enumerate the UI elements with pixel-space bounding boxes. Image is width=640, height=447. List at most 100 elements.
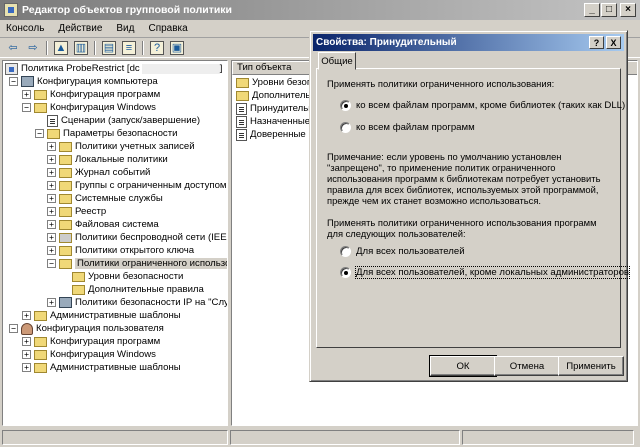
tree-item-user-config[interactable]: − Конфигурация пользователя: [9, 322, 164, 335]
tree-item-scripts[interactable]: Сценарии (запуск/завершение): [47, 114, 200, 127]
expand-toggle[interactable]: +: [47, 233, 56, 242]
radio-empty-icon: [340, 246, 351, 257]
radio-all-users[interactable]: Для всех пользователей: [340, 246, 465, 257]
tree-item-ip-security[interactable]: + Политики безопасности IP на "Слу: [47, 296, 227, 309]
tree-item-software-settings[interactable]: + Конфигурация программ: [22, 88, 160, 101]
tree-item-additional-rules[interactable]: Дополнительные правила: [72, 283, 204, 296]
expand-toggle[interactable]: +: [47, 220, 56, 229]
ok-button[interactable]: ОК: [429, 355, 497, 377]
redacted-domain: [141, 63, 220, 74]
expand-toggle[interactable]: +: [22, 337, 31, 346]
radio-all-except-admins[interactable]: Для всех пользователей, кроме локальных …: [340, 266, 630, 279]
collapse-toggle[interactable]: −: [9, 324, 18, 333]
window-title: Редактор объектов групповой политики: [22, 4, 233, 16]
dialog-help-button[interactable]: ?: [589, 36, 604, 49]
apply-button[interactable]: Применить: [558, 356, 624, 376]
note-text: Примечание: если уровень по умолчанию ус…: [327, 151, 601, 206]
tree-item-account-policies[interactable]: + Политики учетных записей: [47, 140, 195, 153]
dialog-close-button[interactable]: X: [606, 36, 621, 49]
radio-all-files[interactable]: ко всем файлам программ: [340, 122, 475, 133]
folder-icon: [59, 167, 72, 178]
expand-toggle[interactable]: +: [22, 311, 31, 320]
minimize-button[interactable]: _: [584, 3, 600, 17]
up-folder-icon[interactable]: ▲: [54, 40, 68, 55]
collapse-toggle[interactable]: −: [35, 129, 44, 138]
tree-item-wireless-policies[interactable]: + Политики беспроводной сети (IEEE: [47, 231, 227, 244]
section-apply-users-label: Применять политики ограниченного использ…: [327, 217, 597, 239]
expand-toggle[interactable]: +: [47, 207, 56, 216]
collapse-toggle[interactable]: −: [9, 77, 18, 86]
antenna-icon: [59, 232, 72, 243]
tree-item-computer-config[interactable]: − Конфигурация компьютера: [9, 75, 158, 88]
collapse-toggle[interactable]: −: [22, 103, 31, 112]
tree-item-event-log[interactable]: + Журнал событий: [47, 166, 150, 179]
tree-item-file-system[interactable]: + Файловая система: [47, 218, 159, 231]
setting-icon: [236, 102, 247, 115]
tree-item-security-settings[interactable]: − Параметры безопасности: [35, 127, 177, 140]
toolbar-separator: [46, 40, 48, 55]
computer-icon: [21, 76, 34, 87]
folder-icon: [59, 258, 72, 269]
tree-item-local-policies[interactable]: + Локальные политики: [47, 153, 168, 166]
tree-item-admin-templates[interactable]: + Административные шаблоны: [22, 309, 181, 322]
tab-general[interactable]: Общие: [318, 52, 356, 70]
tree-item-windows-settings[interactable]: − Конфигурация Windows: [22, 101, 156, 114]
expand-toggle[interactable]: +: [22, 363, 31, 372]
folder-icon: [34, 89, 47, 100]
list-item[interactable]: Доверенные из: [236, 128, 318, 141]
dialog-title: Свойства: Принудительный: [316, 37, 457, 48]
list-item[interactable]: Назначенные т: [236, 115, 317, 128]
menu-action[interactable]: Действие: [58, 23, 102, 34]
expand-toggle[interactable]: +: [47, 155, 56, 164]
radio-empty-icon: [340, 122, 351, 133]
tree-item-registry[interactable]: + Реестр: [47, 205, 106, 218]
properties-icon[interactable]: ▤: [102, 40, 116, 55]
expand-toggle[interactable]: +: [47, 194, 56, 203]
menu-console[interactable]: Консоль: [6, 23, 44, 34]
tree-item-user-software-settings[interactable]: + Конфигурация программ: [22, 335, 160, 348]
list-item[interactable]: Уровни безопа: [236, 76, 317, 89]
tree-item-security-levels[interactable]: Уровни безопасности: [72, 270, 183, 283]
console-tree: Политика ProbeRestrict [dc] − Конфигураци…: [2, 60, 228, 426]
column-object-type[interactable]: Тип объекта: [232, 61, 310, 75]
expand-toggle[interactable]: +: [47, 142, 56, 151]
setting-icon: [236, 128, 247, 141]
maximize-button[interactable]: □: [601, 3, 617, 17]
list-item[interactable]: Принудительн: [236, 102, 314, 115]
expand-toggle[interactable]: +: [47, 168, 56, 177]
collapse-toggle[interactable]: −: [47, 259, 56, 268]
close-button[interactable]: ×: [620, 3, 636, 17]
tree-item-software-restriction[interactable]: − Политики ограниченного использов: [47, 257, 227, 270]
tree-item-user-windows-settings[interactable]: + Конфигурация Windows: [22, 348, 156, 361]
back-arrow-icon[interactable]: ⇦: [6, 41, 20, 55]
setting-icon: [236, 115, 247, 128]
tree-item-public-key-policies[interactable]: + Политики открытого ключа: [47, 244, 194, 257]
cancel-button[interactable]: Отмена: [494, 356, 560, 376]
tree-item-restricted-groups[interactable]: + Группы с ограниченным доступом: [47, 179, 227, 192]
title-bar: Редактор объектов групповой политики _ □…: [0, 0, 640, 20]
expand-toggle[interactable]: +: [47, 246, 56, 255]
forward-arrow-icon[interactable]: ⇨: [26, 41, 40, 55]
list-item[interactable]: Дополнительн: [236, 89, 316, 102]
console-window-icon[interactable]: ▣: [170, 40, 184, 55]
tree-root[interactable]: Политика ProbeRestrict [dc]: [5, 62, 222, 75]
expand-toggle[interactable]: +: [22, 90, 31, 99]
expand-toggle[interactable]: +: [47, 298, 56, 307]
export-list-icon[interactable]: ≡: [122, 40, 136, 55]
menu-help[interactable]: Справка: [148, 23, 187, 34]
tree-item-user-admin-templates[interactable]: + Административные шаблоны: [22, 361, 181, 374]
show-hide-tree-icon[interactable]: ▥: [74, 40, 88, 55]
folder-icon: [59, 219, 72, 230]
folder-icon: [59, 141, 72, 152]
expand-toggle[interactable]: +: [47, 181, 56, 190]
radio-selected-icon: [340, 100, 351, 111]
tree-item-system-services[interactable]: + Системные службы: [47, 192, 163, 205]
radio-all-except-libraries[interactable]: ко всем файлам программ, кроме библиотек…: [340, 100, 625, 111]
toolbar-separator: [94, 40, 96, 55]
help-icon[interactable]: ?: [150, 40, 164, 55]
menu-view[interactable]: Вид: [116, 23, 134, 34]
expand-toggle[interactable]: +: [22, 350, 31, 359]
network-icon: [59, 297, 72, 308]
status-pane: [462, 430, 634, 445]
radio-selected-icon: [340, 267, 351, 278]
